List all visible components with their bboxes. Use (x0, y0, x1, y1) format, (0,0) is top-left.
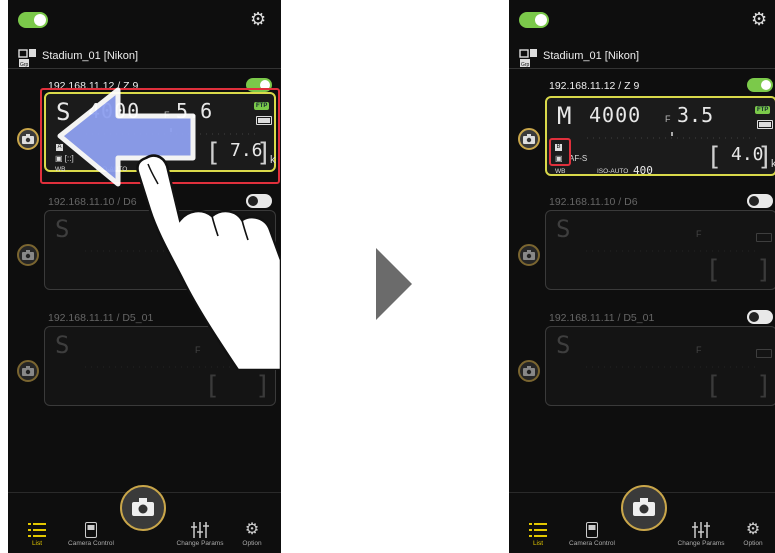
top-bar: ⚙ (509, 0, 775, 42)
wb-label: WB (555, 168, 566, 175)
aperture-prefix: F (696, 229, 702, 239)
tab-bar: List Camera Control Change Params ⚙ Opti… (8, 485, 281, 553)
tab-label: List (31, 540, 43, 547)
camera-control-icon (85, 522, 97, 538)
tab-camera-control[interactable]: Camera Control (565, 522, 619, 547)
exposure-mode: S (556, 215, 571, 243)
camera-toggle[interactable] (747, 310, 773, 324)
settings-gear-icon[interactable]: ⚙ (751, 10, 767, 28)
camera-label: 192.168.11.12 / Z 9 (549, 80, 640, 92)
group-name: Stadium_01 [Nikon] (543, 50, 639, 62)
tab-label: Option (743, 540, 763, 547)
iso-label: ISO-AUTO (597, 168, 629, 175)
battery-icon (756, 233, 772, 242)
camera-icon (523, 250, 535, 260)
aperture-prefix: F (665, 114, 671, 124)
af-mode: AF-S (569, 154, 588, 163)
tab-label: Change Params (677, 540, 725, 547)
group-row[interactable]: Grp Stadium_01 [Nikon] (509, 46, 775, 69)
camera-icon (523, 134, 535, 144)
shutter-icon (633, 498, 655, 516)
camera-control-icon (586, 522, 598, 538)
shots-bracket-right: ] (759, 142, 770, 172)
hand-pointer-icon (136, 154, 281, 370)
tab-label: Change Params (176, 540, 224, 547)
shots-bracket-left: [ (709, 371, 720, 401)
tab-option[interactable]: ⚙ Option (225, 521, 279, 548)
highlight-mode-tag (549, 138, 571, 166)
tab-option[interactable]: ⚙ Option (726, 521, 775, 548)
aperture: 3.5 (677, 103, 714, 127)
camera-panel[interactable]: S F [ ] (545, 326, 775, 406)
shots-bracket-right: ] (758, 255, 769, 285)
tab-bar: List Camera Control Change Params ⚙ Opti… (509, 485, 775, 553)
gear-icon: ⚙ (745, 521, 761, 538)
tab-camera-control[interactable]: Camera Control (64, 522, 118, 547)
tab-label: Option (242, 540, 262, 547)
gear-icon: ⚙ (244, 521, 260, 538)
camera-panel[interactable]: M 4000 F 3.5 FTP B ▣ AF-S WB ISO-AUTO 40… (545, 96, 775, 177)
shots-bracket-right: ] (758, 371, 769, 401)
exposure-mode: M (557, 102, 572, 130)
list-icon (529, 523, 547, 537)
screen-before: ⚙ Grp Stadium_01 [Nikon] 192.168.11.12 /… (8, 0, 281, 553)
shutter-release-button[interactable] (120, 485, 166, 531)
sliders-icon (191, 522, 209, 538)
camera-shutter-button[interactable] (518, 360, 540, 382)
camera-shutter-button[interactable] (518, 244, 540, 266)
tab-change-params[interactable]: Change Params (173, 522, 227, 547)
screen-after: ⚙ Grp Stadium_01 [Nikon] 192.168.11.12 /… (509, 0, 775, 553)
tab-list[interactable]: List (10, 522, 64, 547)
battery-icon (757, 120, 773, 129)
shots-bracket-left: [ (709, 255, 720, 285)
shutter-release-button[interactable] (621, 485, 667, 531)
master-toggle[interactable] (519, 12, 549, 28)
exposure-scale (586, 366, 756, 368)
ftp-badge: FTP (755, 106, 771, 114)
tab-label: Camera Control (569, 540, 615, 547)
camera-icon (523, 366, 535, 376)
exposure-scale (587, 132, 757, 139)
camera-shutter-button[interactable] (518, 128, 540, 150)
camera-label: 192.168.11.11 / D5_01 (549, 312, 655, 324)
camera-toggle[interactable] (747, 78, 773, 92)
svg-text:Grp: Grp (521, 62, 530, 68)
exposure-scale (586, 250, 756, 252)
sliders-icon (692, 522, 710, 538)
exposure-mode: S (556, 331, 571, 359)
tab-list[interactable]: List (511, 522, 565, 547)
shutter-icon (132, 498, 154, 516)
shots-unit: k (771, 158, 775, 170)
tab-change-params[interactable]: Change Params (674, 522, 728, 547)
tab-label: Camera Control (68, 540, 114, 547)
next-step-arrow-icon (376, 248, 412, 320)
camera-label: 192.168.11.10 / D6 (549, 196, 638, 208)
shutter-speed: 4000 (589, 103, 642, 127)
group-icon: Grp (519, 49, 537, 68)
list-icon (28, 523, 46, 537)
tab-label: List (532, 540, 544, 547)
camera-panel[interactable]: S F [ ] (545, 210, 775, 290)
shots-bracket-left: [ (710, 142, 721, 172)
iso-value: 400 (633, 164, 653, 177)
aperture-prefix: F (696, 345, 702, 355)
camera-toggle[interactable] (747, 194, 773, 208)
battery-icon (756, 349, 772, 358)
